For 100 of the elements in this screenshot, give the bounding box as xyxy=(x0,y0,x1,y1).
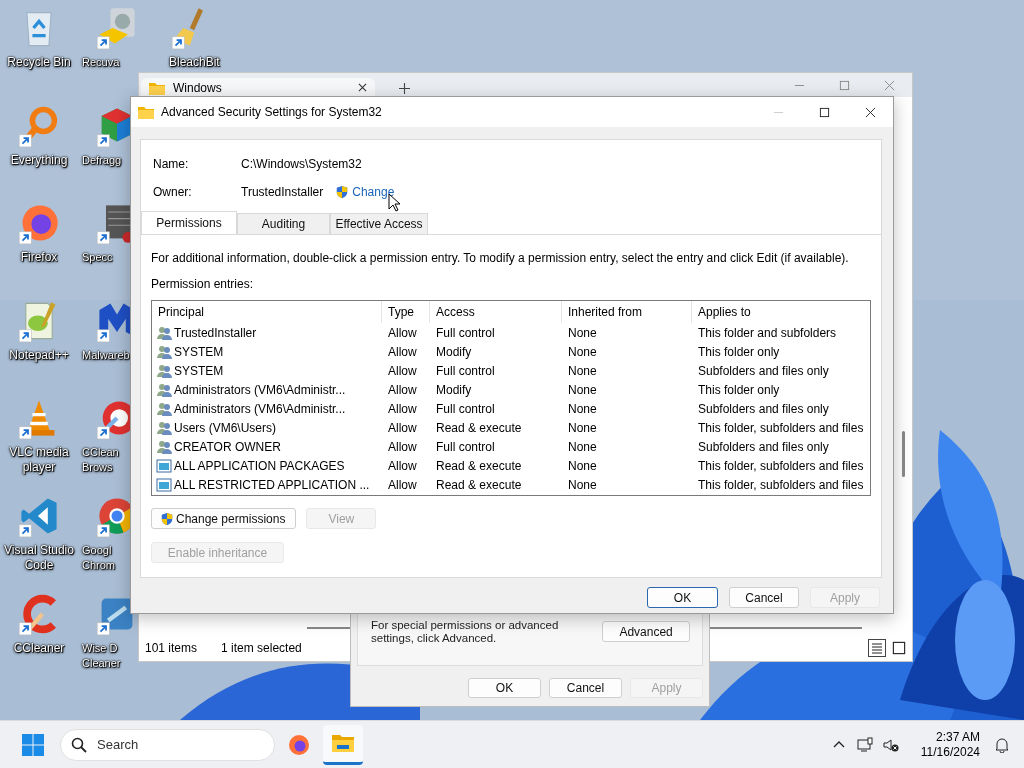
tab[interactable]: Effective Access xyxy=(330,213,428,234)
desktop-icon-label[interactable]: Wise D Cleaner xyxy=(80,640,121,671)
desktop-icon-label[interactable]: CClean Brows xyxy=(80,445,119,476)
desktop-icon-label[interactable]: Visual Studio Code xyxy=(0,542,78,573)
principal-cell: ALL RESTRICTED APPLICATION ... xyxy=(174,477,370,492)
notification-bell-icon[interactable] xyxy=(994,736,1010,753)
table-cell-text: Full control xyxy=(435,363,496,378)
table-cell-text: Allow xyxy=(387,458,418,473)
advanced-button[interactable]: Advanced xyxy=(602,621,690,642)
desktop-icon-label[interactable]: Recuva xyxy=(80,55,120,70)
clock-time: 2:37 AM xyxy=(935,729,980,745)
table-cell-text: Allow xyxy=(387,401,418,416)
desktop-icon-label[interactable]: VLC media player xyxy=(0,445,78,476)
table-cell-text: Modify xyxy=(435,344,473,359)
close-icon[interactable] xyxy=(358,83,367,92)
tiles-view-icon[interactable] xyxy=(890,639,908,657)
table-cell-text: None xyxy=(567,382,598,397)
search-field[interactable]: Search xyxy=(60,728,275,761)
table-cell-text: None xyxy=(567,401,598,416)
scrollbar-thumb[interactable] xyxy=(902,431,905,477)
start-icon[interactable] xyxy=(21,732,45,757)
principal-cell: Administrators (VM6\Administr... xyxy=(174,382,346,397)
desktop-icon-label[interactable]: Googl Chrom xyxy=(80,542,115,573)
table-cell-text: Subfolders and files only xyxy=(697,439,830,454)
users-icon xyxy=(156,343,172,360)
table-cell-text: Read & execute xyxy=(435,477,523,492)
package-icon xyxy=(156,476,172,493)
table-cell-text: Read & execute xyxy=(435,420,523,435)
desktop-icon-label[interactable]: Defragg xyxy=(80,152,122,168)
change-permissions-button[interactable]: Change permissions xyxy=(151,508,297,529)
principal-cell: TrustedInstaller xyxy=(174,325,257,340)
desktop-icon-label[interactable]: Notepad++ xyxy=(9,347,69,363)
column-header[interactable]: Inherited from xyxy=(562,301,692,323)
folder-icon xyxy=(138,105,154,119)
folder-icon xyxy=(149,80,165,95)
column-header[interactable]: Applies to xyxy=(692,301,870,323)
desktop-icon-label[interactable]: Firefox xyxy=(20,250,58,266)
principal-cell: SYSTEM xyxy=(174,344,224,359)
shield-icon xyxy=(160,511,174,526)
users-icon xyxy=(156,419,172,436)
table-cell-text: Read & execute xyxy=(435,458,523,473)
column-header[interactable]: Access xyxy=(430,301,562,323)
table-cell-text: Allow xyxy=(387,439,418,454)
dialog-button[interactable]: Cancel xyxy=(549,678,622,698)
speaker-muted-icon[interactable] xyxy=(882,736,899,753)
taskbar-button[interactable] xyxy=(323,724,363,765)
table-cell-text: Allow xyxy=(387,477,418,492)
item-count: 101 items xyxy=(145,641,198,655)
principal-cell: Administrators (VM6\Administr... xyxy=(174,401,346,416)
table-cell-text: None xyxy=(567,420,598,435)
table-cell-text: None xyxy=(567,477,598,492)
owner-value: TrustedInstaller xyxy=(241,185,324,199)
tab[interactable]: Auditing xyxy=(237,213,330,234)
table-cell-text: Allow xyxy=(387,325,418,340)
desktop-icon-label[interactable]: Specc xyxy=(80,250,113,266)
table-cell-text: Full control xyxy=(435,439,496,454)
users-icon xyxy=(156,381,172,398)
table-cell-text: This folder, subfolders and files xyxy=(697,477,865,492)
table-cell-text: Allow xyxy=(387,344,418,359)
table-cell-text: This folder and subfolders xyxy=(697,325,838,340)
network-icon[interactable] xyxy=(856,736,873,753)
desktop-icon-label[interactable]: CCleaner xyxy=(13,640,65,656)
users-icon xyxy=(156,438,172,455)
table-cell-text: This folder only xyxy=(697,344,781,359)
desktop-icon-label[interactable]: Malwareb xyxy=(80,347,130,363)
table-cell-text: None xyxy=(567,458,598,473)
maximize-icon[interactable] xyxy=(819,106,830,118)
users-icon xyxy=(156,324,172,341)
principal-cell: ALL APPLICATION PACKAGES xyxy=(174,458,345,473)
column-header[interactable]: Principal xyxy=(152,301,382,323)
desktop-icon-label[interactable]: Recycle Bin xyxy=(7,55,71,70)
table-cell-text: Allow xyxy=(387,382,418,397)
desktop-icon-label[interactable]: Everything xyxy=(10,152,68,168)
table-cell-text: None xyxy=(567,344,598,359)
field-label: Owner: xyxy=(153,185,193,199)
table-cell-text: None xyxy=(567,363,598,378)
new-tab-icon[interactable] xyxy=(399,83,410,94)
table-cell-text: Full control xyxy=(435,401,496,416)
desktop-icon-label[interactable]: BleachBit xyxy=(160,55,220,70)
table-cell-text: Allow xyxy=(387,363,418,378)
table-cell-text: None xyxy=(567,325,598,340)
name-value: C:\Windows\System32 xyxy=(241,157,362,171)
table-cell-text: Allow xyxy=(387,420,418,435)
clock-date: 11/16/2024 xyxy=(920,744,980,760)
close-icon[interactable] xyxy=(865,106,876,118)
users-icon xyxy=(156,362,172,379)
details-view-icon[interactable] xyxy=(868,639,886,657)
change-owner-link[interactable]: Change xyxy=(352,185,395,199)
users-icon xyxy=(156,400,172,417)
column-header[interactable]: Type xyxy=(382,301,430,323)
dialog-button[interactable]: OK xyxy=(468,678,541,698)
clock[interactable]: 2:37 AM 11/16/2024 xyxy=(920,729,980,760)
dialog-button[interactable]: Cancel xyxy=(729,587,799,608)
table-cell-text: This folder only xyxy=(697,382,781,397)
dialog-button[interactable]: OK xyxy=(647,587,718,608)
field-label: Name: xyxy=(153,157,190,171)
principal-cell: SYSTEM xyxy=(174,363,224,378)
tab[interactable]: Permissions xyxy=(141,211,237,234)
table-cell-text: This folder, subfolders and files xyxy=(697,420,865,435)
table-cell-text: None xyxy=(567,439,598,454)
